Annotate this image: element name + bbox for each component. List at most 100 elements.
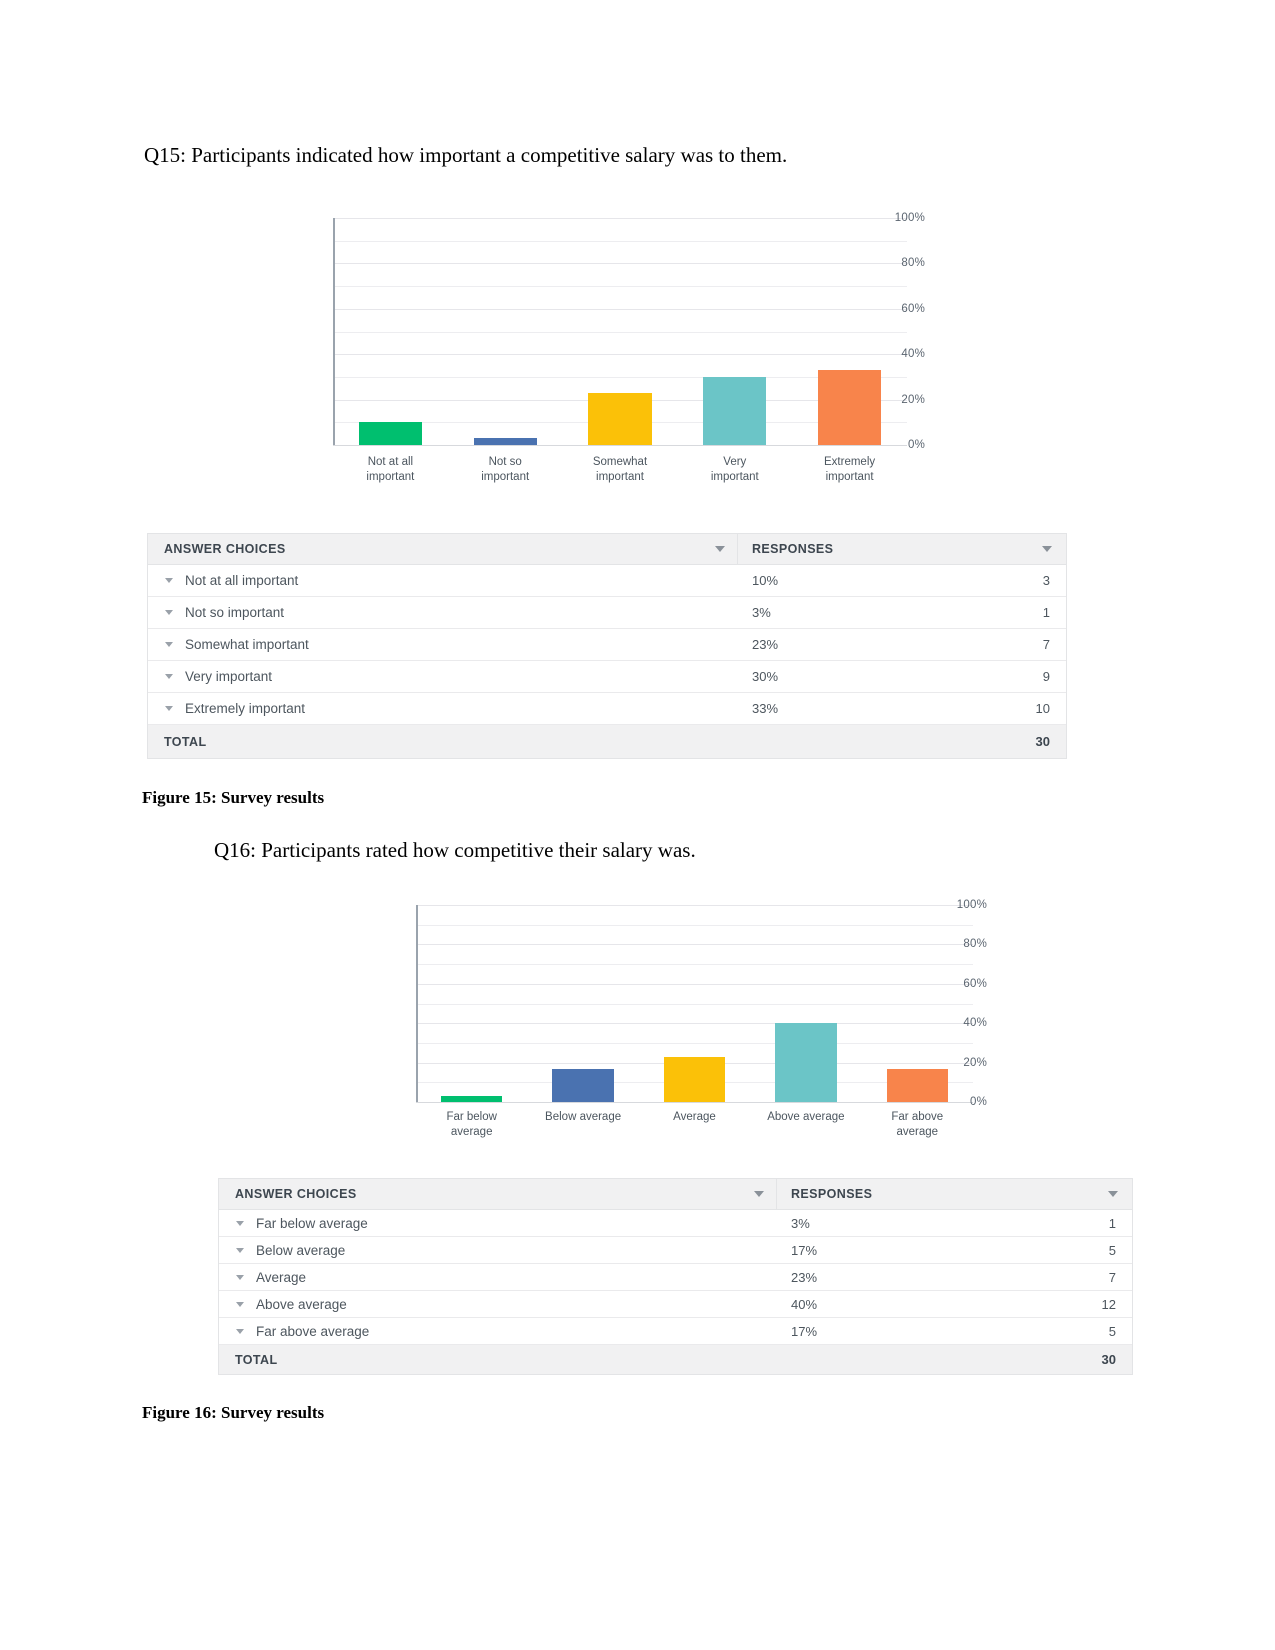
header-responses[interactable]: RESPONSES xyxy=(738,534,1066,564)
answer-choice-label: Somewhat important xyxy=(185,637,309,652)
answer-choice-label: Above average xyxy=(256,1296,347,1312)
response-count: 5 xyxy=(1108,1323,1116,1339)
answer-choice-label: Far above average xyxy=(256,1323,370,1339)
chart-x-axis xyxy=(333,445,907,446)
chart-y-tick-label: 60% xyxy=(901,302,925,315)
chevron-down-icon[interactable] xyxy=(754,1191,764,1197)
chart-y-axis xyxy=(416,905,418,1102)
chart-gridline xyxy=(333,354,907,356)
chart-x-tick-label: Average xyxy=(673,1111,716,1123)
chart-gridline xyxy=(333,286,907,288)
table-total-row: TOTAL 30 xyxy=(148,725,1066,758)
response-count: 7 xyxy=(1108,1269,1116,1285)
answer-choice-cell: Not at all important xyxy=(148,573,738,588)
chart-gridline xyxy=(416,964,973,966)
chart-x-tick-label: Below average xyxy=(545,1111,622,1123)
q15-results-table: ANSWER CHOICES RESPONSES Not at all impo… xyxy=(147,533,1067,759)
header-responses[interactable]: RESPONSES xyxy=(777,1179,1132,1209)
chart-y-tick-label: 100% xyxy=(956,899,987,911)
response-count: 5 xyxy=(1108,1242,1116,1258)
chevron-down-icon[interactable] xyxy=(165,706,173,711)
chevron-down-icon[interactable] xyxy=(236,1301,244,1307)
table-row: Not so important 3% 1 xyxy=(148,597,1066,629)
chart-bar xyxy=(588,392,652,445)
chart-bar xyxy=(775,1023,837,1102)
response-percent: 10% xyxy=(752,573,779,588)
total-label: TOTAL xyxy=(235,1352,278,1367)
chart-bar xyxy=(552,1068,614,1102)
chevron-down-icon[interactable] xyxy=(236,1328,244,1334)
answer-choice-cell: Somewhat important xyxy=(148,637,738,652)
chart-gridline xyxy=(333,218,907,219)
answer-choice-label: Very important xyxy=(185,669,273,684)
chevron-down-icon[interactable] xyxy=(165,578,173,583)
answer-choice-cell: Above average xyxy=(219,1297,777,1312)
response-count: 1 xyxy=(1108,1215,1116,1231)
response-percent: 17% xyxy=(791,1242,818,1258)
response-percent: 23% xyxy=(791,1269,818,1285)
chart-gridline xyxy=(416,1042,973,1044)
table-row: Above average 40% 12 xyxy=(219,1291,1132,1318)
chevron-down-icon[interactable] xyxy=(1042,546,1052,552)
chevron-down-icon[interactable] xyxy=(165,610,173,615)
chart-y-tick-label: 20% xyxy=(963,1056,987,1069)
answer-choice-cell: Far above average xyxy=(219,1324,777,1339)
chart-y-tick-label: 40% xyxy=(963,1017,987,1030)
response-count: 12 xyxy=(1101,1296,1116,1312)
chart-y-axis xyxy=(333,218,335,445)
header-answer-choices-label: ANSWER CHOICES xyxy=(235,1187,357,1201)
chart-x-tick-label: Above average xyxy=(767,1111,845,1123)
table-body: Not at all important 10% 3 Not so important… xyxy=(148,565,1066,725)
figure-16-caption: Figure 16: Survey results xyxy=(142,1403,325,1422)
response-percent: 23% xyxy=(752,637,779,652)
answer-choice-label: Not at all important xyxy=(185,573,299,588)
chart-bar xyxy=(358,422,422,445)
header-answer-choices[interactable]: ANSWER CHOICES xyxy=(148,534,738,564)
answer-choice-cell: Far below average xyxy=(219,1216,777,1231)
chart-x-tick-label: Far above average xyxy=(891,1111,944,1138)
table-row: Far above average 17% 5 xyxy=(219,1318,1132,1345)
q16-results-table: ANSWER CHOICES RESPONSES Far below avera… xyxy=(218,1178,1133,1375)
chart-x-axis xyxy=(416,1102,973,1103)
table-row: Average 23% 7 xyxy=(219,1264,1132,1291)
table-row: Far below average 3% 1 xyxy=(219,1210,1132,1237)
chart-bar xyxy=(886,1068,948,1102)
chevron-down-icon[interactable] xyxy=(715,546,725,552)
table-header-row: ANSWER CHOICES RESPONSES xyxy=(219,1179,1132,1210)
chevron-down-icon[interactable] xyxy=(236,1274,244,1280)
chevron-down-icon[interactable] xyxy=(1108,1191,1118,1197)
chart-x-tick-label: Somewhat important xyxy=(592,456,648,483)
chart-y-tick-label: 80% xyxy=(901,257,925,270)
q16-bar-chart: 0% 20% 40% 60% 80% 100% Far below average Below… xyxy=(372,897,987,1142)
chevron-down-icon[interactable] xyxy=(236,1220,244,1226)
chart-bar xyxy=(663,1056,726,1102)
chart-y-tick-label: 20% xyxy=(901,393,925,406)
chart-x-tick-label: Not at all important xyxy=(366,456,415,483)
q15-question-heading: Q15: Participants indicated how importan… xyxy=(144,143,788,167)
chart-gridline xyxy=(416,924,973,926)
answer-choice-cell: Average xyxy=(219,1270,777,1285)
header-answer-choices[interactable]: ANSWER CHOICES xyxy=(219,1179,777,1209)
response-count: 7 xyxy=(1042,637,1050,652)
response-count: 1 xyxy=(1042,605,1050,620)
total-count: 30 xyxy=(1101,1352,1116,1367)
answer-choice-label: Extremely important xyxy=(185,701,306,716)
q16-question-heading: Q16: Participants rated how competitive … xyxy=(214,838,696,862)
chevron-down-icon[interactable] xyxy=(236,1247,244,1253)
header-answer-choices-label: ANSWER CHOICES xyxy=(164,542,286,556)
chevron-down-icon[interactable] xyxy=(165,674,173,679)
chart-gridline xyxy=(416,905,973,906)
table-body: Far below average 3% 1 Below average 17% 5 Ave… xyxy=(219,1210,1132,1345)
chart-x-tick-label: Extremely important xyxy=(824,456,876,483)
response-count: 10 xyxy=(1035,701,1050,716)
chart-y-tick-label: 80% xyxy=(963,938,987,951)
chart-y-tick-label: 0% xyxy=(969,1096,987,1108)
chevron-down-icon[interactable] xyxy=(165,642,173,647)
answer-choice-cell: Extremely important xyxy=(148,701,738,716)
chart-gridline xyxy=(333,263,907,265)
chart-gridline xyxy=(416,983,973,985)
response-count: 3 xyxy=(1042,573,1050,588)
chart-bar xyxy=(441,1096,503,1102)
response-percent: 3% xyxy=(752,605,771,620)
answer-choice-label: Far below average xyxy=(256,1215,368,1231)
